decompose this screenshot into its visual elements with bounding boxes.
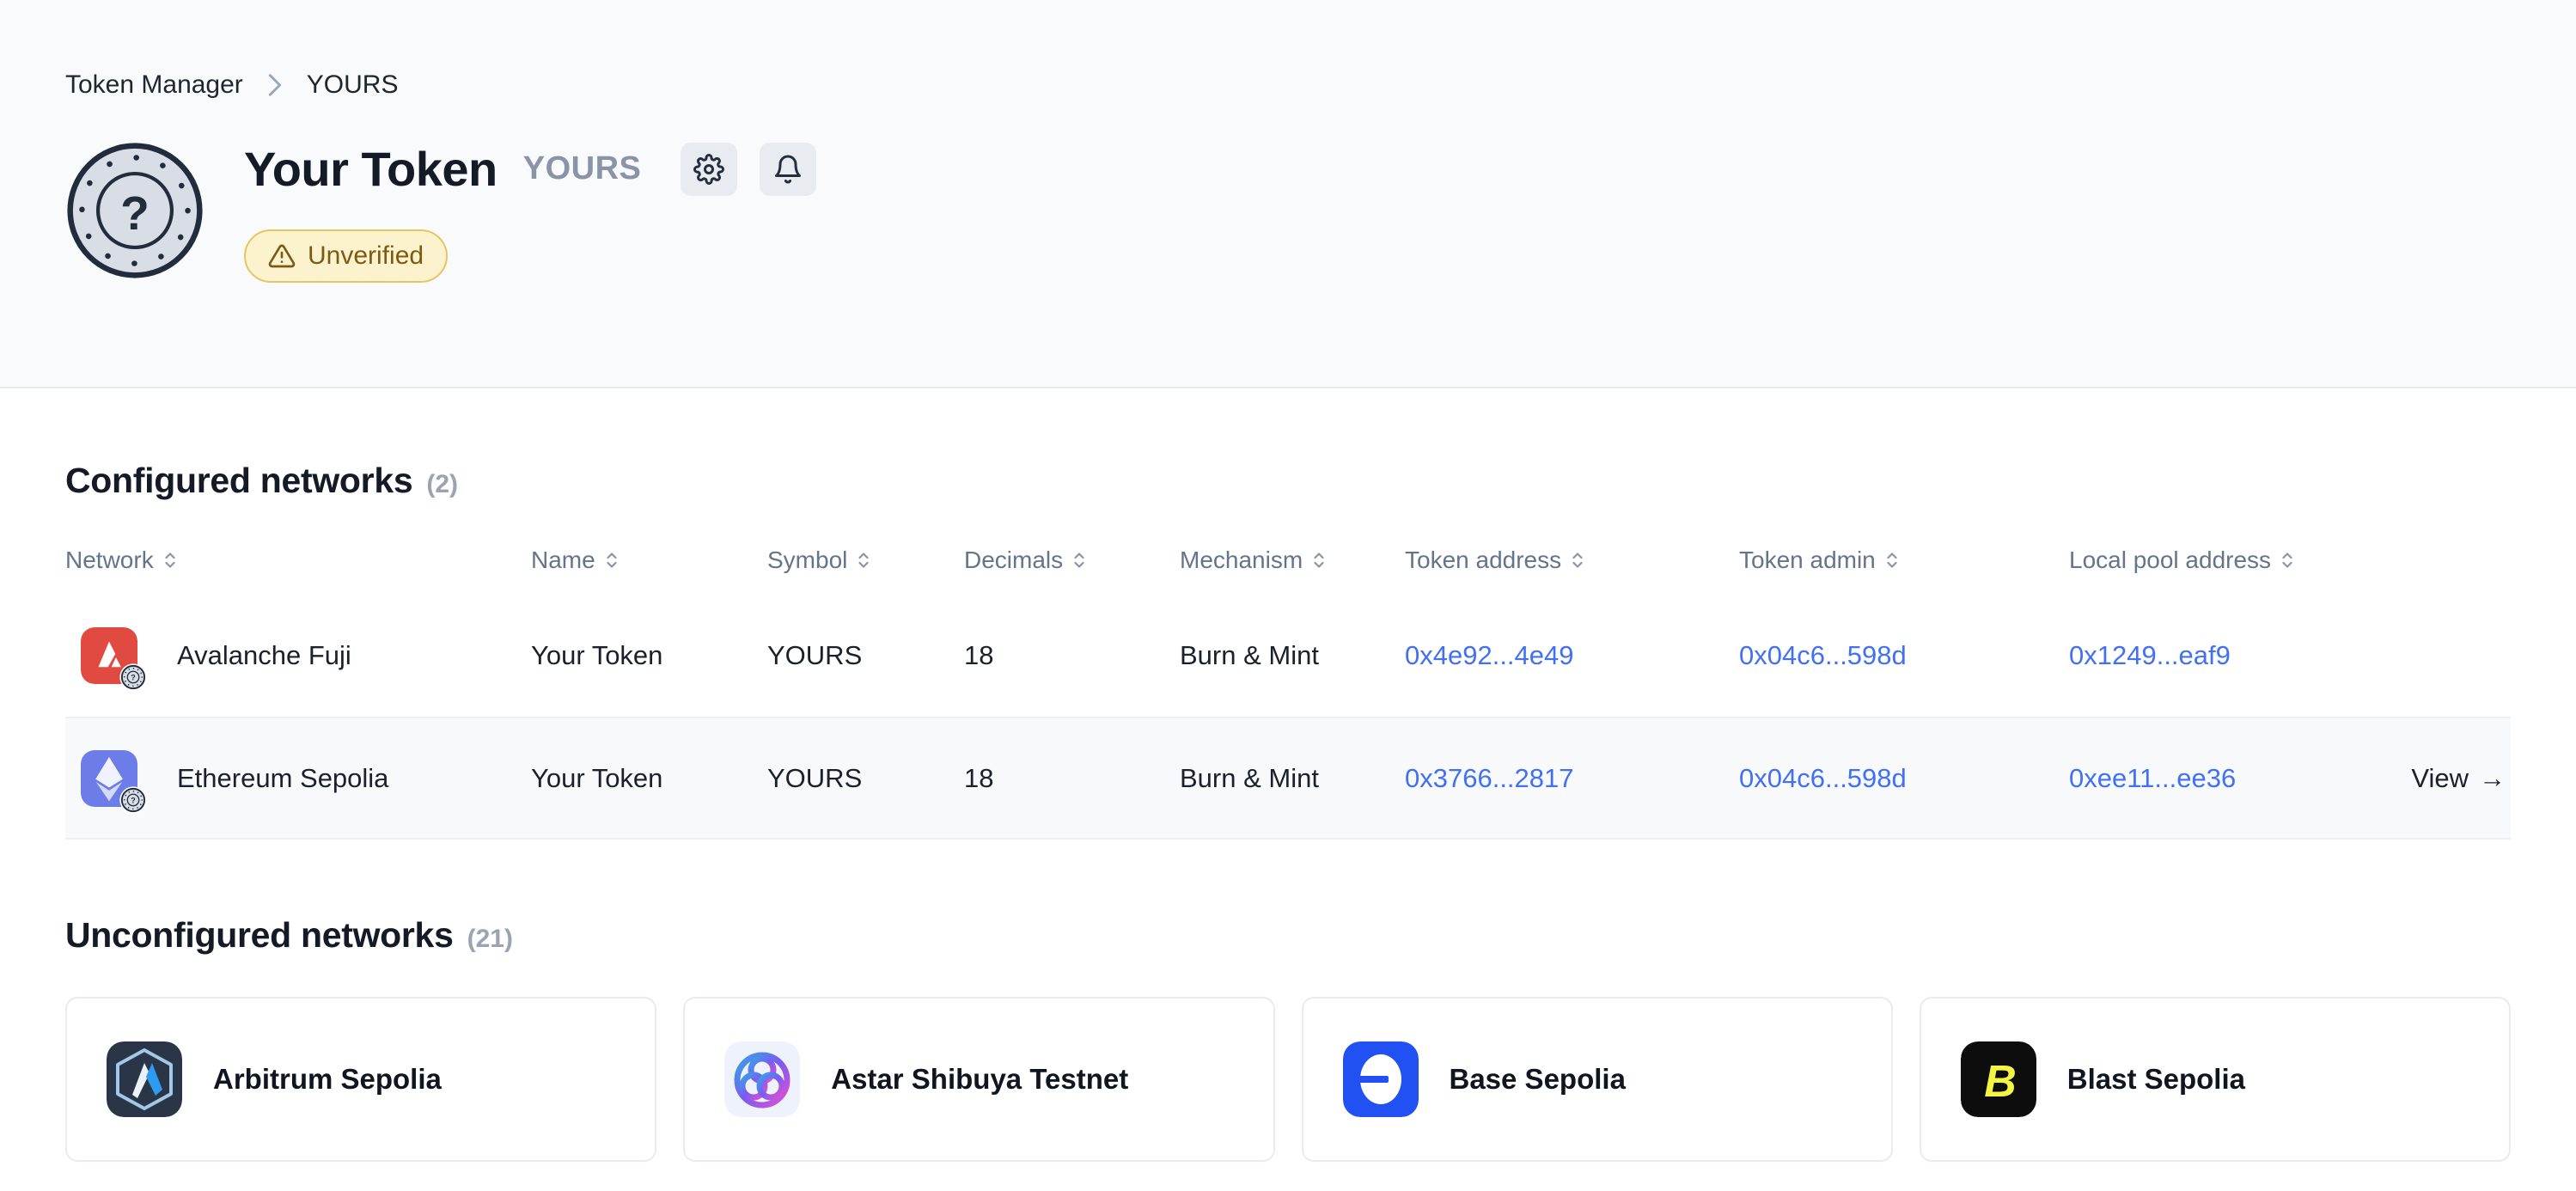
sort-icon bbox=[162, 550, 178, 571]
token-admin-link[interactable]: 0x04c6...598d bbox=[1739, 763, 1907, 793]
column-header-name[interactable]: Name bbox=[531, 547, 767, 574]
token-name-cell: Your Token bbox=[531, 640, 767, 671]
arbitrum-network-icon bbox=[107, 1041, 182, 1117]
notifications-button[interactable] bbox=[760, 143, 816, 196]
table-header-row: Network Name Symbol Decimals Mechanism T… bbox=[65, 527, 2511, 594]
blast-network-icon: B bbox=[1961, 1041, 2036, 1117]
column-header-symbol[interactable]: Symbol bbox=[767, 547, 964, 574]
column-label: Symbol bbox=[767, 547, 847, 574]
column-label: Token address bbox=[1405, 547, 1561, 574]
sort-icon bbox=[856, 550, 871, 571]
column-header-network[interactable]: Network bbox=[65, 547, 531, 574]
breadcrumb-token-manager-link[interactable]: Token Manager bbox=[65, 70, 243, 100]
unconfigured-networks-title: Unconfigured networks bbox=[65, 915, 454, 956]
unknown-token-mini-badge: ? bbox=[119, 786, 147, 814]
view-button[interactable]: View → bbox=[2411, 763, 2511, 794]
column-label: Token admin bbox=[1739, 547, 1876, 574]
column-label: Network bbox=[65, 547, 154, 574]
token-header-section: Token Manager YOURS ? Your Token YOURS bbox=[0, 0, 2576, 388]
unverified-badge: Unverified bbox=[244, 229, 448, 283]
column-header-mechanism[interactable]: Mechanism bbox=[1180, 547, 1405, 574]
column-header-local-pool-address[interactable]: Local pool address bbox=[2069, 547, 2411, 574]
sort-icon bbox=[1071, 550, 1087, 571]
question-mark-glyph: ? bbox=[131, 673, 135, 681]
local-pool-address-link[interactable]: 0xee11...ee36 bbox=[2069, 763, 2236, 793]
question-mark-glyph: ? bbox=[120, 186, 150, 240]
configured-networks-count: (2) bbox=[426, 470, 458, 499]
configured-networks-heading: Configured networks (2) bbox=[65, 461, 2511, 501]
unknown-token-mini-badge: ? bbox=[119, 663, 147, 691]
token-address-link[interactable]: 0x3766...2817 bbox=[1405, 763, 1574, 793]
question-mark-glyph: ? bbox=[131, 796, 135, 804]
table-row-ethereum-sepolia[interactable]: ? Ethereum Sepolia Your Token YOURS 18 B… bbox=[65, 717, 2511, 840]
table-row-avalanche-fuji[interactable]: ? Avalanche Fuji Your Token YOURS 18 Bur… bbox=[65, 594, 2511, 717]
blast-letter-glyph: B bbox=[1984, 1057, 2017, 1107]
column-label: Mechanism bbox=[1180, 547, 1303, 574]
token-decimals-cell: 18 bbox=[964, 763, 1180, 794]
network-name: Ethereum Sepolia bbox=[177, 763, 388, 794]
token-decimals-cell: 18 bbox=[964, 640, 1180, 671]
chevron-right-icon bbox=[266, 72, 284, 98]
column-label: Local pool address bbox=[2069, 547, 2271, 574]
arrow-right-icon: → bbox=[2479, 763, 2506, 794]
sort-icon bbox=[604, 550, 620, 571]
page-title: Your Token bbox=[244, 141, 497, 197]
network-card-astar-shibuya-testnet[interactable]: Astar Shibuya Testnet bbox=[683, 997, 1274, 1162]
column-label: Name bbox=[531, 547, 595, 574]
configured-networks-table: Network Name Symbol Decimals Mechanism T… bbox=[65, 527, 2511, 840]
base-network-icon bbox=[1343, 1041, 1419, 1117]
sort-icon bbox=[1570, 550, 1585, 571]
column-header-decimals[interactable]: Decimals bbox=[964, 547, 1180, 574]
network-card-arbitrum-sepolia[interactable]: Arbitrum Sepolia bbox=[65, 997, 656, 1162]
mechanism-cell: Burn & Mint bbox=[1180, 763, 1405, 794]
network-card-label: Base Sepolia bbox=[1450, 1063, 1626, 1096]
sort-icon bbox=[2280, 550, 2295, 571]
unconfigured-networks-grid: Arbitrum Sepolia Astar Shibuya Testnet bbox=[65, 997, 2511, 1162]
token-symbol-cell: YOURS bbox=[767, 640, 964, 671]
breadcrumb: Token Manager YOURS bbox=[65, 70, 2511, 100]
sort-icon bbox=[1884, 550, 1900, 571]
gear-icon bbox=[693, 154, 724, 185]
view-label: View bbox=[2411, 763, 2469, 794]
column-header-token-address[interactable]: Token address bbox=[1405, 547, 1739, 574]
column-header-token-admin[interactable]: Token admin bbox=[1739, 547, 2069, 574]
column-label: Decimals bbox=[964, 547, 1063, 574]
configured-networks-title: Configured networks bbox=[65, 461, 412, 501]
token-address-link[interactable]: 0x4e92...4e49 bbox=[1405, 640, 1574, 670]
network-card-label: Blast Sepolia bbox=[2067, 1063, 2245, 1096]
token-admin-link[interactable]: 0x04c6...598d bbox=[1739, 640, 1907, 670]
token-symbol-cell: YOURS bbox=[767, 763, 964, 794]
mechanism-cell: Burn & Mint bbox=[1180, 640, 1405, 671]
bell-icon bbox=[772, 154, 803, 185]
network-card-base-sepolia[interactable]: Base Sepolia bbox=[1302, 997, 1893, 1162]
network-card-label: Astar Shibuya Testnet bbox=[831, 1063, 1128, 1096]
network-card-blast-sepolia[interactable]: B Blast Sepolia bbox=[1920, 997, 2511, 1162]
token-ticker: YOURS bbox=[523, 150, 642, 187]
unconfigured-networks-heading: Unconfigured networks (21) bbox=[65, 915, 2511, 956]
sort-icon bbox=[1311, 550, 1327, 571]
local-pool-address-link[interactable]: 0x1249...eaf9 bbox=[2069, 640, 2231, 670]
breadcrumb-current-page: YOURS bbox=[307, 70, 399, 100]
astar-network-icon bbox=[724, 1041, 800, 1117]
network-name: Avalanche Fuji bbox=[177, 640, 351, 671]
unknown-token-avatar: ? bbox=[65, 141, 204, 280]
unconfigured-networks-count: (21) bbox=[467, 925, 513, 954]
warning-triangle-icon bbox=[268, 242, 296, 270]
token-name-cell: Your Token bbox=[531, 763, 767, 794]
unverified-badge-label: Unverified bbox=[308, 241, 424, 271]
network-card-label: Arbitrum Sepolia bbox=[213, 1063, 442, 1096]
settings-button[interactable] bbox=[681, 143, 737, 196]
